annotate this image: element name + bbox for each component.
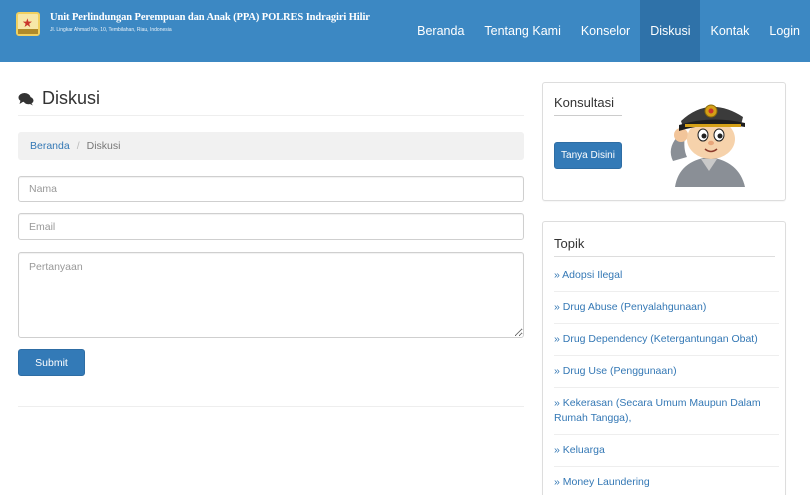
nav-tentang-kami[interactable]: Tentang Kami [474,0,570,62]
nav-login[interactable]: Login [759,0,810,62]
topik-title: Topik [554,236,585,251]
police-mascot-image [661,91,757,187]
main-nav: Beranda Tentang Kami Konselor Diskusi Ko… [407,0,810,62]
topik-item[interactable]: » Drug Abuse (Penyalahgunaan) [554,300,779,315]
topik-separator [554,291,779,292]
topik-list: » Adopsi Ilegal » Drug Abuse (Penyalahgu… [554,268,779,490]
main-content: Diskusi Beranda / Diskusi Submit [18,82,524,407]
breadcrumb-current: Diskusi [86,140,121,152]
topik-item[interactable]: » Adopsi Ilegal [554,268,779,283]
nav-kontak[interactable]: Kontak [700,0,759,62]
topik-separator [554,466,779,467]
topik-divider [554,256,775,257]
submit-button[interactable]: Submit [18,349,85,376]
comments-icon [18,92,34,106]
navbar: ★ Unit Perlindungan Perempuan dan Anak (… [0,0,810,62]
nav-konselor[interactable]: Konselor [571,0,640,62]
topik-separator [554,387,779,388]
konsultasi-panel: Konsultasi Tanya Disini [542,82,786,201]
brand[interactable]: ★ Unit Perlindungan Perempuan dan Anak (… [16,12,370,36]
topik-separator [554,355,779,356]
breadcrumb-separator: / [76,140,80,152]
topik-link-drug-dependency[interactable]: » Drug Dependency (Ketergantungan Obat) [554,333,758,345]
topik-link-keluarga[interactable]: » Keluarga [554,444,605,456]
topik-separator [554,434,779,435]
breadcrumb: Beranda / Diskusi [18,132,524,160]
brand-text: Unit Perlindungan Perempuan dan Anak (PP… [50,12,370,33]
topik-item[interactable]: » Money Laundering [554,475,779,490]
topik-panel: Topik » Adopsi Ilegal » Drug Abuse (Peny… [542,221,786,495]
email-input[interactable] [18,213,524,240]
topik-item[interactable]: » Drug Dependency (Ketergantungan Obat) [554,332,779,347]
topik-item[interactable]: » Kekerasan (Secara Umum Maupun Dalam Ru… [554,396,779,426]
topik-link-money-laundering[interactable]: » Money Laundering [554,476,650,488]
divider [18,406,524,407]
topik-item[interactable]: » Drug Use (Penggunaan) [554,364,779,379]
nama-input[interactable] [18,176,524,202]
nav-beranda[interactable]: Beranda [407,0,474,62]
page-header: Diskusi [18,82,524,116]
konsultasi-title: Konsultasi [554,95,622,116]
brand-subtitle: Jl. Lingkar Ahmad No. 10, Tembilahan, Ri… [50,27,172,33]
pertanyaan-textarea[interactable] [18,252,524,338]
topik-separator [554,323,779,324]
topik-link-drug-abuse[interactable]: » Drug Abuse (Penyalahgunaan) [554,301,706,313]
page-title: Diskusi [42,88,101,108]
nav-diskusi[interactable]: Diskusi [640,0,701,62]
topik-item[interactable]: » Keluarga [554,443,779,458]
breadcrumb-home[interactable]: Beranda [30,140,70,152]
tanya-disini-button[interactable]: Tanya Disini [554,142,622,169]
topik-link-kekerasan[interactable]: » Kekerasan (Secara Umum Maupun Dalam Ru… [554,397,761,424]
police-emblem-logo: ★ [16,12,40,36]
brand-title: Unit Perlindungan Perempuan dan Anak (PP… [50,12,370,23]
topik-link-adopsi-ilegal[interactable]: » Adopsi Ilegal [554,269,622,281]
topik-link-drug-use[interactable]: » Drug Use (Penggunaan) [554,365,677,377]
